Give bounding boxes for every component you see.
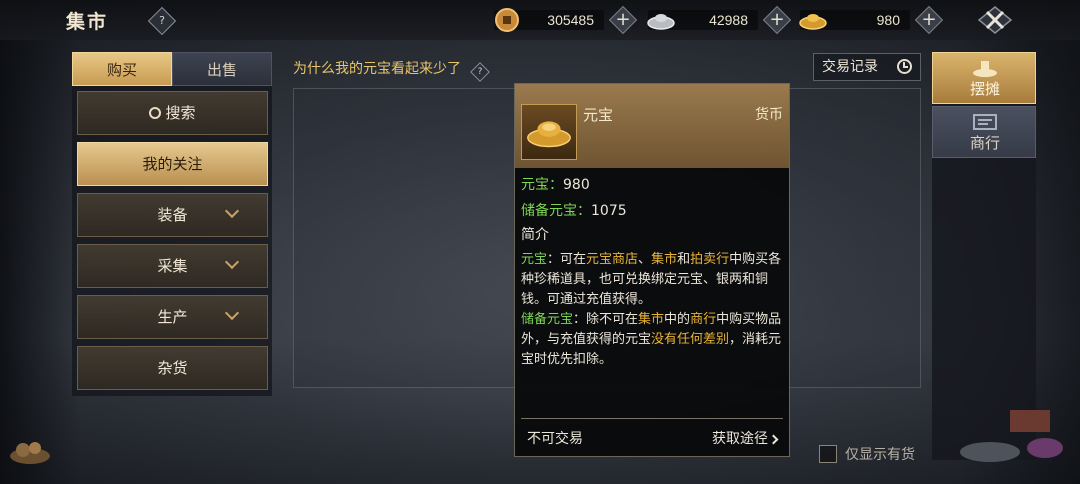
currency-copper: 305485 + xyxy=(494,7,636,33)
yuanbao-question-link[interactable]: 为什么我的元宝看起来少了 ? xyxy=(293,58,491,82)
desc-text: 、 xyxy=(638,252,652,267)
in-stock-label: 仅显示有货 xyxy=(845,447,915,463)
desc-highlight: 元宝商店 xyxy=(586,252,639,267)
yuanbao-amount-value: 980 xyxy=(563,177,590,193)
sidebar-item-label: 杂货 xyxy=(157,359,188,377)
desc-text: ：可在 xyxy=(547,252,587,267)
desc-text: 和 xyxy=(677,252,691,267)
desc-highlight: 集市 xyxy=(651,252,678,267)
desc-highlight: 没有任何差别 xyxy=(651,332,730,347)
in-stock-filter[interactable]: 仅显示有货 xyxy=(819,444,915,464)
sidebar-item-label: 我的关注 xyxy=(142,155,203,173)
search-label: 搜索 xyxy=(165,104,196,122)
chevron-right-icon xyxy=(768,434,779,445)
tooltip-header: 元宝 货币 xyxy=(515,84,789,168)
currency-silver: 42988 + xyxy=(647,7,790,33)
add-copper-button[interactable]: + xyxy=(610,7,636,33)
sidebar-item-misc[interactable]: 杂货 xyxy=(77,346,268,390)
stall-label: 摆摊 xyxy=(969,80,1000,98)
sidebar-item-label: 生产 xyxy=(157,308,188,326)
item-name: 元宝 xyxy=(583,106,614,124)
buy-sell-tabs: 购买 出售 xyxy=(72,52,272,86)
close-icon[interactable] xyxy=(975,5,1015,35)
currency-yuanbao: 980 + xyxy=(799,7,942,33)
reserve-amount-label: 储备元宝： xyxy=(521,203,591,219)
desc-term: 储备元宝 xyxy=(521,312,574,327)
untradable-label: 不可交易 xyxy=(527,431,583,447)
in-stock-checkbox[interactable] xyxy=(819,445,837,463)
right-nav: 摆摊 商行 xyxy=(932,52,1036,460)
background-trees-left xyxy=(0,0,80,484)
add-yuanbao-button[interactable]: + xyxy=(916,7,942,33)
tab-sell[interactable]: 出售 xyxy=(172,52,272,86)
intro-heading: 简介 xyxy=(521,227,549,243)
item-description: 元宝：可在元宝商店、集市和拍卖行中购买各种珍稀道具，也可兑换绑定元宝、银两和铜钱… xyxy=(521,250,785,370)
add-silver-button[interactable]: + xyxy=(764,7,790,33)
chevron-down-icon xyxy=(224,305,240,321)
plus-icon: + xyxy=(615,9,631,30)
silver-ingot-icon xyxy=(647,14,675,30)
chevron-down-icon xyxy=(224,203,240,219)
desc-highlight: 商行 xyxy=(690,312,717,327)
page-title: 集市 xyxy=(66,11,109,33)
top-bar: 集市 ? 305485 + 42988 + 980 + xyxy=(0,0,1080,40)
yuanbao-item-icon xyxy=(521,104,577,160)
stall-icon xyxy=(973,61,997,77)
sidebar-item-equipment[interactable]: 装备 xyxy=(77,193,268,237)
get-path-link[interactable]: 获取途径 xyxy=(712,428,779,448)
question-text: 为什么我的元宝看起来少了 xyxy=(293,61,461,77)
get-path-label: 获取途径 xyxy=(712,431,768,447)
trading-house-label: 商行 xyxy=(969,134,1000,152)
trading-house-icon xyxy=(973,114,997,130)
yuanbao-amount-label: 元宝： xyxy=(521,177,563,193)
plus-icon: + xyxy=(769,9,785,30)
desc-text: ：除不可在 xyxy=(573,312,639,327)
help-button[interactable]: ? xyxy=(147,6,177,36)
sidebar-item-gathering[interactable]: 采集 xyxy=(77,244,268,288)
desc-highlight: 拍卖行 xyxy=(690,252,730,267)
desc-term: 元宝 xyxy=(521,252,548,267)
search-icon xyxy=(149,107,162,119)
trade-record-label: 交易记录 xyxy=(822,59,878,75)
category-list: 搜索 我的关注 装备 采集 生产 杂货 xyxy=(72,86,272,396)
chevron-down-icon xyxy=(224,254,240,270)
search-button[interactable]: 搜索 xyxy=(77,91,268,135)
clock-icon xyxy=(897,59,912,74)
copper-coin-icon xyxy=(495,8,519,32)
yuanbao-amount-line: 元宝：980 xyxy=(521,174,590,194)
sidebar-item-production[interactable]: 生产 xyxy=(77,295,268,339)
help-mark: ? xyxy=(159,14,165,27)
gold-yuanbao-icon xyxy=(799,14,827,30)
tab-trading-house[interactable]: 商行 xyxy=(932,106,1036,158)
desc-highlight: 集市 xyxy=(638,312,665,327)
coins-decoration-icon xyxy=(960,410,1063,462)
item-type: 货币 xyxy=(755,107,783,123)
tab-stall[interactable]: 摆摊 xyxy=(932,52,1036,104)
plus-icon: + xyxy=(921,9,937,30)
tab-buy[interactable]: 购买 xyxy=(72,52,172,86)
sidebar-item-following[interactable]: 我的关注 xyxy=(77,142,268,186)
tooltip-divider xyxy=(521,418,783,419)
reserve-amount-line: 储备元宝：1075 xyxy=(521,200,627,220)
reserve-amount-value: 1075 xyxy=(591,203,627,219)
sidebar-item-label: 装备 xyxy=(157,206,188,224)
treasure-pile-icon xyxy=(10,442,50,464)
sidebar-item-label: 采集 xyxy=(157,257,188,275)
trade-record-button[interactable]: 交易记录 xyxy=(813,53,921,81)
item-tooltip: 元宝 货币 元宝：980 储备元宝：1075 简介 元宝：可在元宝商店、集市和拍… xyxy=(514,83,790,457)
desc-text: 中的 xyxy=(664,312,691,327)
